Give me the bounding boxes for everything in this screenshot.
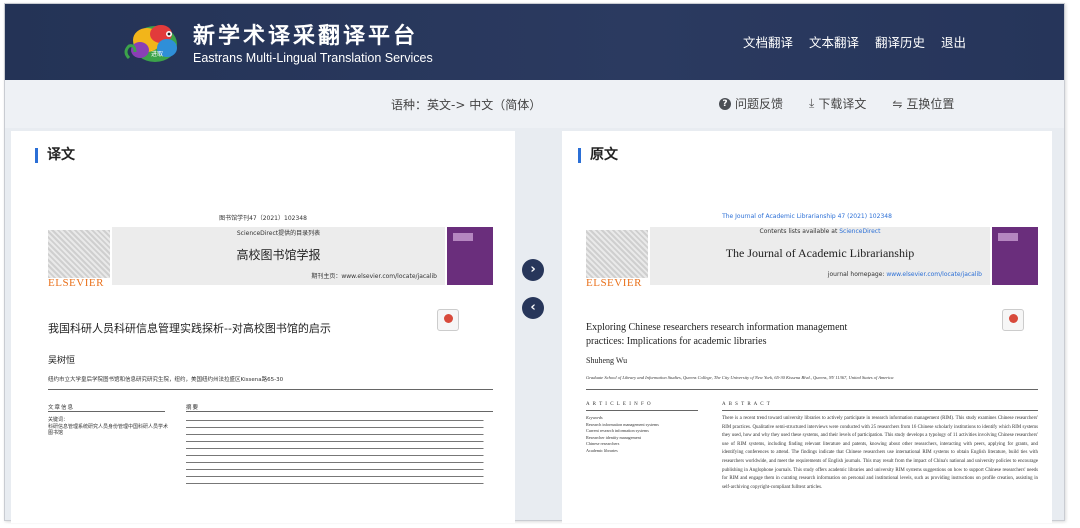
abstract-text: There is a recent trend toward universit… (722, 416, 1038, 490)
swap-icon: ⇋ (892, 96, 903, 111)
toolbar-actions: ? 问题反馈 ⤓ 下载译文 ⇋ 互换位置 (719, 95, 954, 112)
check-updates-icon[interactable] (437, 309, 459, 331)
article-affiliation: Graduate School of Library and Informati… (586, 375, 894, 380)
logo-text: 进取 (151, 50, 163, 58)
feedback-button[interactable]: ? 问题反馈 (719, 95, 783, 112)
next-page-button[interactable]: › (522, 259, 544, 281)
journal-homepage: journal homepage: www.elsevier.com/locat… (827, 271, 982, 278)
swap-position-button[interactable]: ⇋ 互换位置 (892, 95, 954, 112)
keywords-list: 关键词： 科研信息管理系统研究人员身份管理中国科研人员学术图书馆 (48, 417, 169, 436)
divider (186, 411, 493, 412)
journal-cover-image (447, 227, 493, 285)
divider (48, 389, 493, 390)
toolbar: 语种：英文-> 中文（简体） ? 问题反馈 ⤓ 下载译文 ⇋ 互换位置 (5, 80, 1064, 128)
nav-logout[interactable]: 退出 (941, 32, 966, 51)
article-title: 我国科研人员科研信息管理实践探析--对高校图书馆的启示 (48, 322, 331, 335)
divider (48, 411, 165, 412)
divider (586, 410, 698, 411)
journal-banner: ELSEVIER Contents lists available at Sci… (586, 227, 1038, 289)
doc-citation: 图书馆学刊47（2021）102348 (219, 215, 307, 222)
elsevier-tree-image (48, 230, 110, 278)
article-info-heading: A R T I C L E I N F O (586, 402, 652, 407)
publisher-logo: ELSEVIER (586, 277, 642, 289)
publisher-logo: ELSEVIER (48, 277, 104, 289)
banner-center: ScienceDirect提供的目录列表 高校图书馆学报 期刊主页：www.el… (112, 227, 445, 285)
chameleon-logo-icon: 进取 (124, 25, 177, 62)
article-author: 吴树恒 (48, 356, 76, 366)
abstract-text-lines (186, 417, 496, 487)
question-circle-icon: ? (719, 97, 731, 110)
journal-banner: ELSEVIER ScienceDirect提供的目录列表 高校图书馆学报 期刊… (48, 227, 493, 289)
journal-name: 高校图书馆学报 (236, 248, 321, 262)
chevron-left-icon: ‹ (530, 300, 536, 315)
original-panel[interactable]: 原文 The Journal of Academic Librarianship… (562, 131, 1052, 523)
journal-homepage: 期刊主页：www.elsevier.com/locate/jacalib (311, 273, 437, 280)
journal-cover-image (992, 227, 1038, 285)
translation-panel[interactable]: 译文 图书馆学刊47（2021）102348 ELSEVIER ScienceD… (11, 131, 515, 523)
prev-page-button[interactable]: ‹ (522, 297, 544, 319)
download-translation-button[interactable]: ⤓ 下载译文 (809, 95, 866, 112)
divider (586, 389, 1038, 390)
keywords-list: Keywords Research information management… (586, 415, 659, 453)
abstract-heading: A B S T R A C T (722, 402, 771, 407)
brand-name-cn: 新学术译采翻译平台 (193, 24, 419, 49)
nav-text-translate[interactable]: 文本翻译 (809, 32, 859, 51)
article-author: Shuheng Wu (586, 356, 628, 365)
top-header: 进取 新学术译采翻译平台 Eastrans Multi-Lingual Tran… (5, 4, 1064, 80)
chevron-right-icon: › (530, 262, 536, 277)
feedback-label: 问题反馈 (735, 97, 784, 111)
nav-document-translate[interactable]: 文档翻译 (743, 32, 793, 51)
abstract-heading: 摘要 (186, 405, 200, 411)
language-pair: 语种：英文-> 中文（简体） (391, 98, 542, 112)
article-info-heading: 文章信息 (48, 405, 75, 411)
article-title: Exploring Chinese researchers research i… (586, 322, 848, 347)
nav-translation-history[interactable]: 翻译历史 (875, 32, 925, 51)
top-nav: 文档翻译 文本翻译 翻译历史 退出 (743, 32, 966, 51)
divider (722, 410, 1038, 411)
article-affiliation: 纽约市立大学皇后学院图书馆和信息研究研究生院，纽约，美国纽约州法拉盛区Kisse… (48, 377, 284, 383)
swap-label: 互换位置 (906, 97, 955, 111)
journal-homepage-link[interactable]: www.elsevier.com/locate/jacalib (886, 271, 982, 278)
banner-head: ScienceDirect提供的目录列表 (236, 230, 321, 237)
check-updates-icon[interactable] (1002, 309, 1024, 331)
sciencedirect-link[interactable]: ScienceDirect (839, 228, 880, 235)
doc-citation: The Journal of Academic Librarianship 47… (722, 213, 892, 220)
journal-name: The Journal of Academic Librarianship (725, 246, 915, 260)
translation-panel-title: 译文 (35, 148, 75, 163)
elsevier-tree-image (586, 230, 648, 278)
download-label: 下载译文 (818, 97, 867, 111)
banner-head: Contents lists available at ScienceDirec… (759, 228, 881, 235)
original-panel-title: 原文 (578, 148, 618, 163)
banner-center: Contents lists available at ScienceDirec… (650, 227, 990, 285)
download-icon: ⤓ (809, 96, 815, 110)
brand-name-en: Eastrans Multi-Lingual Translation Servi… (193, 51, 433, 65)
